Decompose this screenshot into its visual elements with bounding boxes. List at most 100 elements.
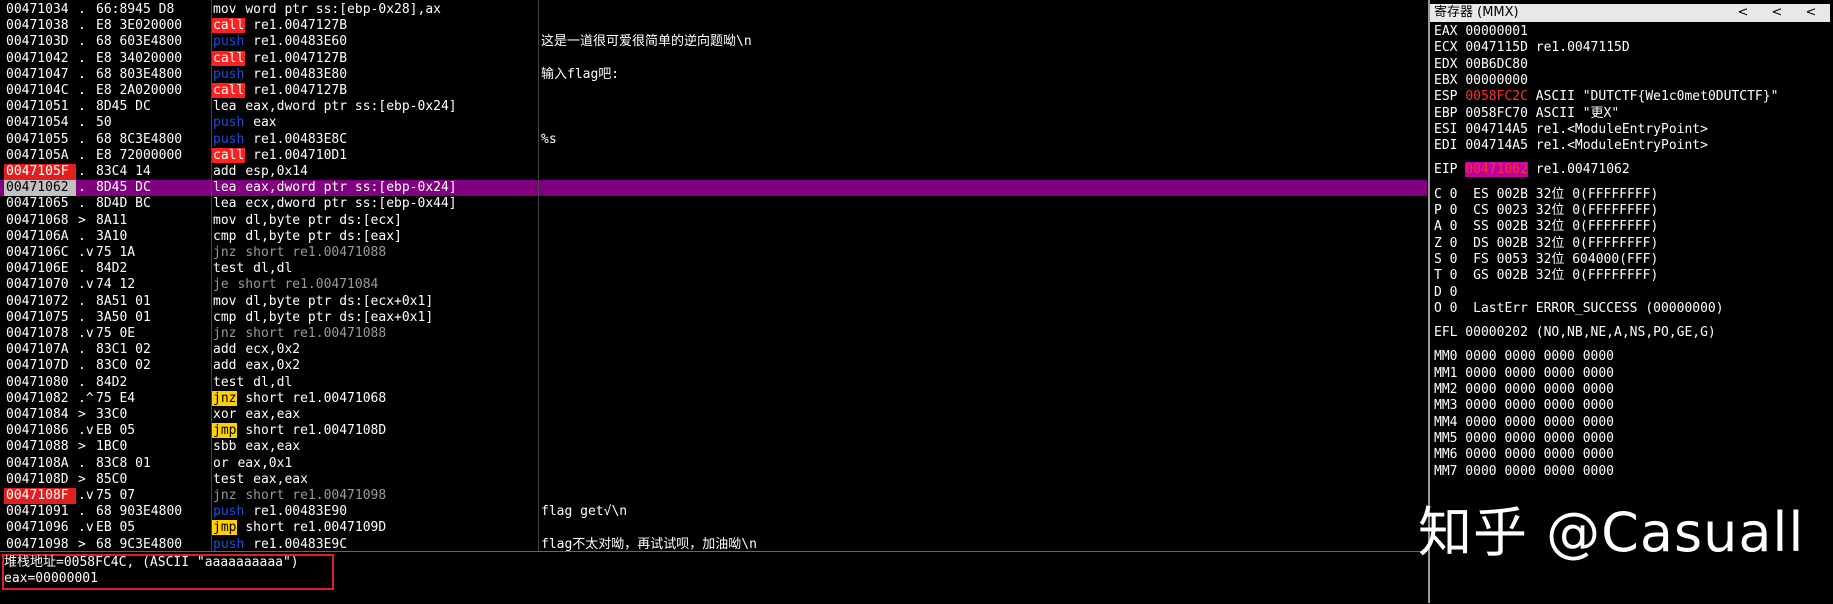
disasm-row[interactable]: 00471084 >33C0 xor eax,eax bbox=[0, 407, 1427, 423]
address-cell[interactable]: 00471054 bbox=[4, 115, 76, 131]
register-value[interactable]: 00000001 bbox=[1465, 24, 1528, 39]
address-cell[interactable]: 00471055 bbox=[4, 132, 76, 148]
address-cell[interactable]: 00471098 bbox=[4, 537, 76, 551]
disasm-row[interactable]: 00471065. 8D4D BC lea ecx,dword ptr ss:[eb… bbox=[0, 196, 1427, 212]
address-cell[interactable]: 00471068 bbox=[4, 213, 76, 229]
disasm-row[interactable]: 00471096 .v EB 05 jmp short re1.0047109D bbox=[0, 520, 1427, 536]
disasm-row[interactable]: 00471098 >68 9C3E4800 push re1.00483E9C fla… bbox=[0, 537, 1427, 551]
address-cell[interactable]: 0047104C bbox=[4, 83, 76, 99]
address-cell[interactable]: 00471038 bbox=[4, 18, 76, 34]
address-cell[interactable]: 00471078 bbox=[4, 326, 76, 342]
disasm-row[interactable]: 0047103D. 68 603E4800 push re1.00483E60 这是一… bbox=[0, 34, 1427, 50]
address-cell[interactable]: 0047105A bbox=[4, 148, 76, 164]
address-cell[interactable]: 00471070 bbox=[4, 277, 76, 293]
disasm-row[interactable]: 00471075. 3A50 01 cmp dl,byte ptr ds:[eax+… bbox=[0, 310, 1427, 326]
flag-row[interactable]: T 0 GS 002B 32位 0(FFFFFFFF) bbox=[1434, 268, 1658, 284]
disasm-row[interactable]: 00471042. E8 34020000 call re1.0047127B bbox=[0, 50, 1427, 67]
register-edx[interactable]: EDX 00B6DC80 bbox=[1434, 57, 1536, 73]
address-cell[interactable]: 00471034 bbox=[4, 2, 76, 18]
register-ebx[interactable]: EBX 00000000 bbox=[1434, 73, 1536, 89]
register-value[interactable]: 00000000 bbox=[1465, 73, 1528, 88]
disasm-row[interactable]: 0047106C .v 75 1A jnz short re1.00471088 bbox=[0, 245, 1427, 261]
address-cell[interactable]: 00471072 bbox=[4, 294, 76, 310]
mmx-register[interactable]: MM3 0000 0000 0000 0000 bbox=[1434, 398, 1614, 414]
flag-row[interactable]: S 0 FS 0053 32位 604000(FFF) bbox=[1434, 252, 1658, 268]
address-cell[interactable]: 00471042 bbox=[4, 51, 76, 67]
flag-row[interactable]: D 0 bbox=[1434, 285, 1457, 301]
address-cell[interactable]: 0047108F bbox=[4, 488, 76, 504]
flag-row[interactable]: Z 0 DS 002B 32位 0(FFFFFFFF) bbox=[1434, 236, 1658, 252]
address-cell[interactable]: 00471082 bbox=[4, 391, 76, 407]
register-value[interactable]: 004714A5 bbox=[1465, 122, 1528, 137]
address-cell[interactable]: 00471047 bbox=[4, 67, 76, 83]
register-edi[interactable]: EDI 004714A5 re1.<ModuleEntryPoint> bbox=[1434, 138, 1708, 154]
register-value[interactable]: 0058FC2C bbox=[1465, 89, 1528, 104]
disasm-row[interactable]: 00471055. 68 8C3E4800 push re1.00483E8C %s bbox=[0, 132, 1427, 148]
address-cell[interactable]: 00471091 bbox=[4, 504, 76, 520]
disasm-row[interactable]: 00471068 >8A11 mov dl,byte ptr ds:[ecx] bbox=[0, 213, 1427, 229]
disasm-row[interactable]: 00471054. 50 push eax bbox=[0, 115, 1427, 131]
address-cell[interactable]: 0047106C bbox=[4, 245, 76, 261]
register-eip[interactable]: EIP 00471062 re1.00471062 bbox=[1434, 162, 1630, 178]
address-cell[interactable]: 00471062 bbox=[4, 180, 76, 197]
flag-row[interactable]: C 0 ES 002B 32位 0(FFFFFFFF) bbox=[1434, 187, 1658, 203]
efl-register[interactable]: EFL 00000202 (NO,NB,NE,A,NS,PO,GE,G) bbox=[1434, 325, 1716, 341]
register-esi[interactable]: ESI 004714A5 re1.<ModuleEntryPoint> bbox=[1434, 122, 1708, 138]
mmx-register[interactable]: MM1 0000 0000 0000 0000 bbox=[1434, 366, 1614, 382]
disasm-row[interactable]: 00471082 .^ 75 E4 jnz short re1.00471068 bbox=[0, 390, 1427, 407]
address-cell[interactable]: 0047103D bbox=[4, 34, 76, 50]
address-cell[interactable]: 0047106A bbox=[4, 229, 76, 245]
address-cell[interactable]: 0047107D bbox=[4, 358, 76, 374]
disasm-row[interactable]: 0047108A. 83C8 01 or eax,0x1 bbox=[0, 456, 1427, 472]
register-esp[interactable]: ESP 0058FC2C ASCII "DUTCTF{We1c0met0DUTC… bbox=[1434, 89, 1778, 105]
column-divider[interactable] bbox=[211, 0, 212, 551]
register-eax[interactable]: EAX 00000001 bbox=[1434, 24, 1536, 40]
disasm-row[interactable]: 00471047. 68 803E4800 push re1.00483E80 输入f… bbox=[0, 67, 1427, 83]
mmx-register[interactable]: MM0 0000 0000 0000 0000 bbox=[1434, 349, 1614, 365]
disasm-row[interactable]: 0047105F. 83C4 14 add esp,0x14 bbox=[0, 164, 1427, 180]
address-cell[interactable]: 00471084 bbox=[4, 407, 76, 423]
disasm-row[interactable]: 00471080. 84D2 test dl,dl bbox=[0, 375, 1427, 391]
disasm-row[interactable]: 00471034. 66:8945 D8 mov word ptr ss:[ebp-… bbox=[0, 2, 1427, 18]
mmx-register[interactable]: MM7 0000 0000 0000 0000 bbox=[1434, 464, 1614, 480]
disasm-row[interactable]: 0047108F .v 75 07 jnz short re1.00471098 bbox=[0, 488, 1427, 504]
disasm-row[interactable]: 00471078 .v 75 0E jnz short re1.00471088 bbox=[0, 326, 1427, 342]
nav-left-button[interactable]: < bbox=[1730, 4, 1756, 22]
disasm-row[interactable]: 00471072. 8A51 01 mov dl,byte ptr ds:[ecx+… bbox=[0, 294, 1427, 310]
disasm-row[interactable]: 0047108D >85C0 test eax,eax bbox=[0, 472, 1427, 488]
mmx-register[interactable]: MM5 0000 0000 0000 0000 bbox=[1434, 431, 1614, 447]
column-divider[interactable] bbox=[538, 0, 539, 551]
disasm-row[interactable]: 0047106A. 3A10 cmp dl,byte ptr ds:[eax] bbox=[0, 229, 1427, 245]
flag-row[interactable]: A 0 SS 002B 32位 0(FFFFFFFF) bbox=[1434, 219, 1658, 235]
flag-row[interactable]: P 0 CS 0023 32位 0(FFFFFFFF) bbox=[1434, 203, 1658, 219]
nav-left-button[interactable]: < bbox=[1764, 4, 1790, 22]
address-cell[interactable]: 0047106E bbox=[4, 261, 76, 277]
disasm-row[interactable]: 0047107A. 83C1 02 add ecx,0x2 bbox=[0, 342, 1427, 358]
disasm-row[interactable]: 00471038. E8 3E020000 call re1.0047127B bbox=[0, 18, 1427, 34]
address-cell[interactable]: 00471086 bbox=[4, 423, 76, 439]
disasm-row[interactable]: 00471051. 8D45 DC lea eax,dword ptr ss:[eb… bbox=[0, 99, 1427, 115]
disasm-row[interactable]: 0047107D. 83C0 02 add eax,0x2 bbox=[0, 358, 1427, 374]
disasm-row[interactable]: 00471062. 8D45 DC lea eax,dword ptr ss:[eb… bbox=[0, 180, 1427, 197]
disasm-row[interactable]: 0047105A. E8 72000000 call re1.004710D1 bbox=[0, 147, 1427, 164]
address-cell[interactable]: 00471051 bbox=[4, 99, 76, 115]
register-ebp[interactable]: EBP 0058FC70 ASCII "更X" bbox=[1434, 106, 1619, 122]
address-cell[interactable]: 0047108D bbox=[4, 472, 76, 488]
disasm-row[interactable]: 00471070 .v 74 12 je short re1.00471084 bbox=[0, 277, 1427, 293]
register-value[interactable]: 00471062 bbox=[1465, 162, 1528, 178]
address-cell[interactable]: 0047105F bbox=[4, 164, 76, 180]
address-cell[interactable]: 00471088 bbox=[4, 439, 76, 455]
address-cell[interactable]: 0047107A bbox=[4, 342, 76, 358]
mmx-register[interactable]: MM6 0000 0000 0000 0000 bbox=[1434, 447, 1614, 463]
address-cell[interactable]: 00471096 bbox=[4, 520, 76, 536]
register-ecx[interactable]: ECX 0047115D re1.0047115D bbox=[1434, 40, 1630, 56]
address-cell[interactable]: 00471065 bbox=[4, 196, 76, 212]
nav-left-button[interactable]: < bbox=[1798, 4, 1824, 22]
flag-row[interactable]: O 0 LastErr ERROR_SUCCESS (00000000) bbox=[1434, 301, 1724, 317]
mmx-register[interactable]: MM2 0000 0000 0000 0000 bbox=[1434, 382, 1614, 398]
address-cell[interactable]: 00471075 bbox=[4, 310, 76, 326]
register-value[interactable]: 0058FC70 bbox=[1465, 106, 1528, 121]
address-cell[interactable]: 0047108A bbox=[4, 456, 76, 472]
mmx-register[interactable]: MM4 0000 0000 0000 0000 bbox=[1434, 415, 1614, 431]
disasm-row[interactable]: 0047104C. E8 2A020000 call re1.0047127B bbox=[0, 83, 1427, 99]
